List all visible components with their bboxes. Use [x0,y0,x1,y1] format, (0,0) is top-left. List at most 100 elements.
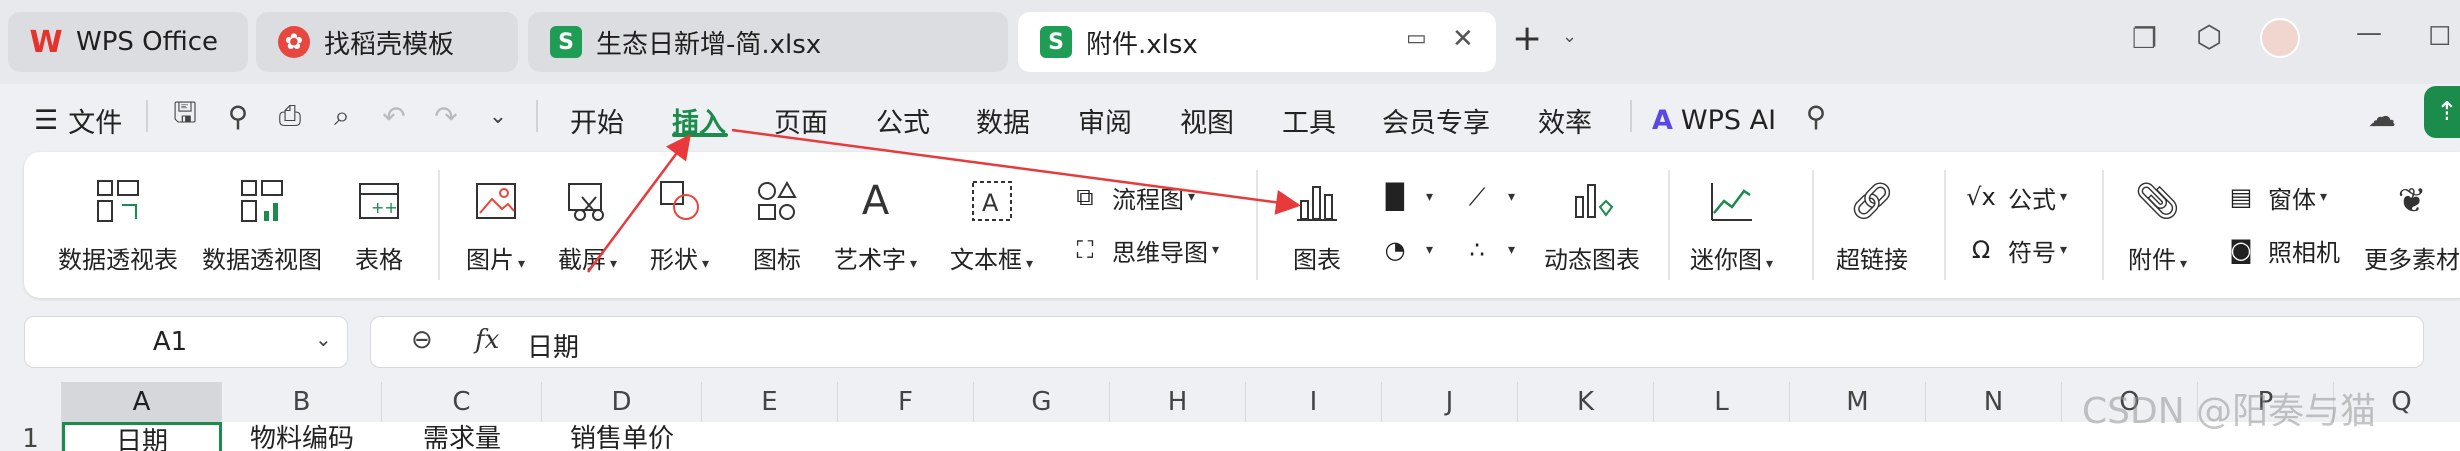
column-header-G[interactable]: G [974,382,1110,422]
wordart-icon: A [861,178,890,224]
menu-review[interactable]: 审阅 [1078,84,1132,156]
menu-data[interactable]: 数据 [976,84,1030,156]
wordart-button[interactable]: A 艺术字 ▾ [834,176,917,275]
cell-D1[interactable]: 销售单价 [542,422,702,451]
column-header-M[interactable]: M [1790,382,1926,422]
format-painter-icon[interactable]: ⚲ [218,96,258,136]
table-button[interactable]: ++ 表格 [354,176,404,275]
column-header-D[interactable]: D [542,382,702,422]
column-header-J[interactable]: J [1382,382,1518,422]
textbox-button[interactable]: A 文本框 ▾ [950,176,1033,275]
attachment-label: 附件 ▾ [2128,246,2188,274]
cell-A1[interactable]: 日期 [62,422,222,451]
divider [146,100,148,132]
window-pin-icon[interactable]: ▭ [1406,26,1427,51]
zoom-search-icon[interactable]: ⊖ [411,325,433,355]
picture-button[interactable]: 图片 ▾ [466,176,525,275]
ribbon-divider [2102,170,2104,280]
sparkline-label: 迷你图 ▾ [1690,246,1774,274]
redo-icon[interactable]: ↷ [426,96,466,136]
search-icon[interactable]: ⚲ [1796,96,1836,136]
menu-home[interactable]: 开始 [570,84,624,156]
name-box[interactable]: A1 ⌄ [24,316,348,368]
flowchart-button[interactable]: ⧉ 流程图 ▾ [1066,178,1195,216]
symbol-button[interactable]: Ω 符号 ▾ [1962,231,2067,269]
column-header-K[interactable]: K [1518,382,1654,422]
column-header-N[interactable]: N [1926,382,2062,422]
menu-member[interactable]: 会员专享 [1382,84,1490,156]
tab-shengtai-xlsx[interactable]: S 生态日新增-简.xlsx [528,12,1008,72]
scatter-chart-dropdown[interactable]: ∴ ▾ [1458,231,1515,269]
chevron-down-icon[interactable]: ⌄ [1562,26,1577,47]
cell-B1[interactable]: 物料编码 [222,422,382,451]
icon-button[interactable]: 图标 [752,176,802,275]
column-chart-dropdown[interactable]: ▐▌ ▾ [1376,178,1434,216]
formula-bar[interactable]: ⊖ fx 日期 [370,316,2424,368]
new-tab-plus-icon[interactable]: + [1512,18,1542,59]
row-header[interactable]: 1 [0,422,62,451]
undo-icon[interactable]: ↶ [374,96,414,136]
menu-formula[interactable]: 公式 [876,84,930,156]
pie-chart-dropdown[interactable]: ◔ ▾ [1376,231,1434,269]
more-material-label: 更多素材 [2364,246,2460,274]
shape-button[interactable]: 形状 ▾ [650,176,709,275]
tab-label: 找稻壳模板 [324,29,455,60]
file-menu[interactable]: ☰ 文件 [34,84,122,156]
avatar[interactable] [2260,18,2300,58]
screenshot-button[interactable]: 截屏 ▾ [558,176,617,275]
tab-daoke-templates[interactable]: ✿ 找稻壳模板 [256,12,518,72]
camera-button[interactable]: ◙ 照相机 [2222,231,2340,269]
menu-insert[interactable]: 插入 [672,84,726,156]
pivot-chart-label: 数据透视图 [202,246,322,274]
menu-efficiency[interactable]: 效率 [1538,84,1592,156]
chart-button[interactable]: 图表 [1292,176,1342,275]
dynamic-chart-button[interactable]: 动态图表 [1544,176,1640,275]
ribbon-divider [1944,170,1946,280]
cloud-icon[interactable]: ☁ [2362,96,2402,136]
minimize-icon[interactable]: — [2356,18,2382,48]
column-header-I[interactable]: I [1246,382,1382,422]
column-header-E[interactable]: E [702,382,838,422]
column-header-B[interactable]: B [222,382,382,422]
column-header-F[interactable]: F [838,382,974,422]
material-icon: ❦ [2397,181,2427,221]
omega-icon: Ω [1971,236,1991,264]
table-icon: ++ [354,176,404,226]
pivot-chart-button[interactable]: 数据透视图 [202,176,322,275]
formula-content: 日期 [527,333,580,363]
close-tab-icon[interactable]: ✕ [1452,24,1474,54]
menu-page[interactable]: 页面 [774,84,828,156]
select-all-corner[interactable] [0,382,62,422]
attachment-button[interactable]: 📎︎ 附件 ▾ [2128,176,2187,275]
pivot-table-button[interactable]: 数据透视表 [58,176,178,275]
save-icon[interactable]: 🖫 [165,96,205,136]
flowchart-icon: ⧉ [1076,183,1094,211]
cube-icon[interactable]: ⬡ [2196,20,2222,55]
menu-tools[interactable]: 工具 [1282,84,1336,156]
file-menu-label: 文件 [68,107,123,139]
sparkline-button[interactable]: 迷你图 ▾ [1690,176,1773,275]
line-chart-dropdown[interactable]: ⟋ ▾ [1458,178,1515,216]
fx-icon[interactable]: fx [475,325,499,355]
form-object-button[interactable]: ▤ 窗体 ▾ [2222,178,2327,216]
print-icon[interactable]: ⎙ [270,96,310,136]
cell-C1[interactable]: 需求量 [382,422,542,451]
chevron-down-icon[interactable]: ⌄ [478,96,518,136]
column-header-L[interactable]: L [1654,382,1790,422]
hyperlink-button[interactable]: 🔗︎ 超链接 [1836,176,1908,275]
print-preview-icon[interactable]: ⌕ [322,96,362,136]
menu-view[interactable]: 视图 [1180,84,1234,156]
formula-insert-button[interactable]: √x 公式 ▾ [1962,178,2067,216]
window-switch-icon[interactable]: ❐ [2132,22,2157,55]
maximize-icon[interactable]: ☐ [2428,22,2451,52]
column-header-H[interactable]: H [1110,382,1246,422]
more-material-button[interactable]: ❦ 更多素材 [2364,176,2460,275]
share-cloud-button[interactable]: ⇡ [2424,86,2460,138]
chevron-down-icon[interactable]: ⌄ [315,327,332,351]
column-header-A[interactable]: A [62,382,222,422]
sqrt-icon: √x [1966,183,1996,211]
tab-wps-office[interactable]: W WPS Office [8,12,248,72]
wps-ai-button[interactable]: A WPS AI [1652,84,1776,156]
column-header-C[interactable]: C [382,382,542,422]
mindmap-button[interactable]: ⛶ 思维导图 ▾ [1066,231,1219,269]
